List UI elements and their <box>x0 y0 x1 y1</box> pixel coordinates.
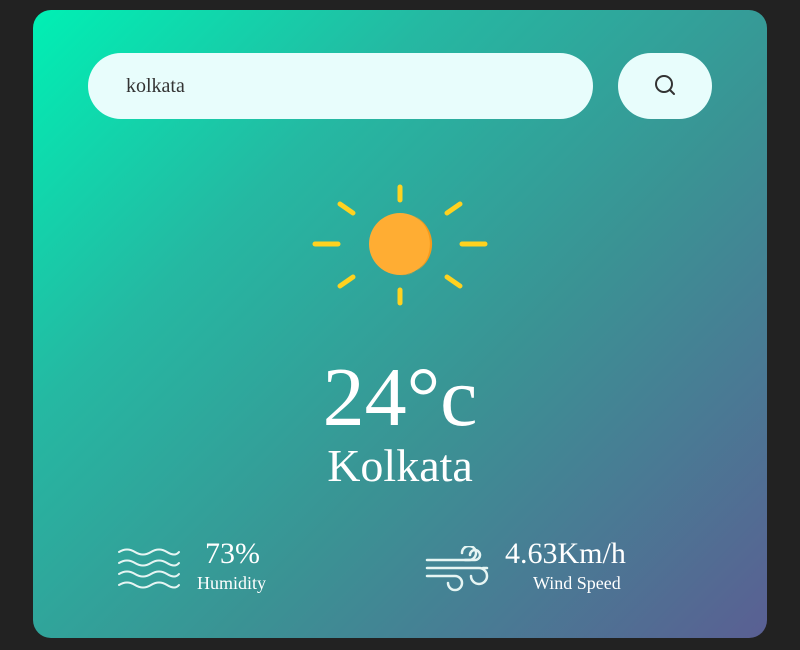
search-icon <box>652 72 678 101</box>
city-name: Kolkata <box>327 440 473 491</box>
humidity-section: 73% Humidity <box>117 536 317 600</box>
wind-speed-value: 4.63Km/h <box>505 537 626 570</box>
search-button[interactable] <box>618 53 712 119</box>
weather-card: 24°c Kolkata 73% Humidity <box>33 10 767 638</box>
wind-section: 4.63Km/h Wind Speed <box>425 536 705 600</box>
sun-icon <box>311 182 489 308</box>
humidity-waves-icon <box>117 546 181 595</box>
temperature: 24°c <box>322 351 478 444</box>
humidity-value: 73% <box>205 537 260 570</box>
search-bar <box>88 53 712 119</box>
humidity-label: Humidity <box>197 573 267 593</box>
wind-icon <box>425 544 491 597</box>
search-input[interactable] <box>88 53 593 119</box>
wind-speed-label: Wind Speed <box>533 573 621 593</box>
